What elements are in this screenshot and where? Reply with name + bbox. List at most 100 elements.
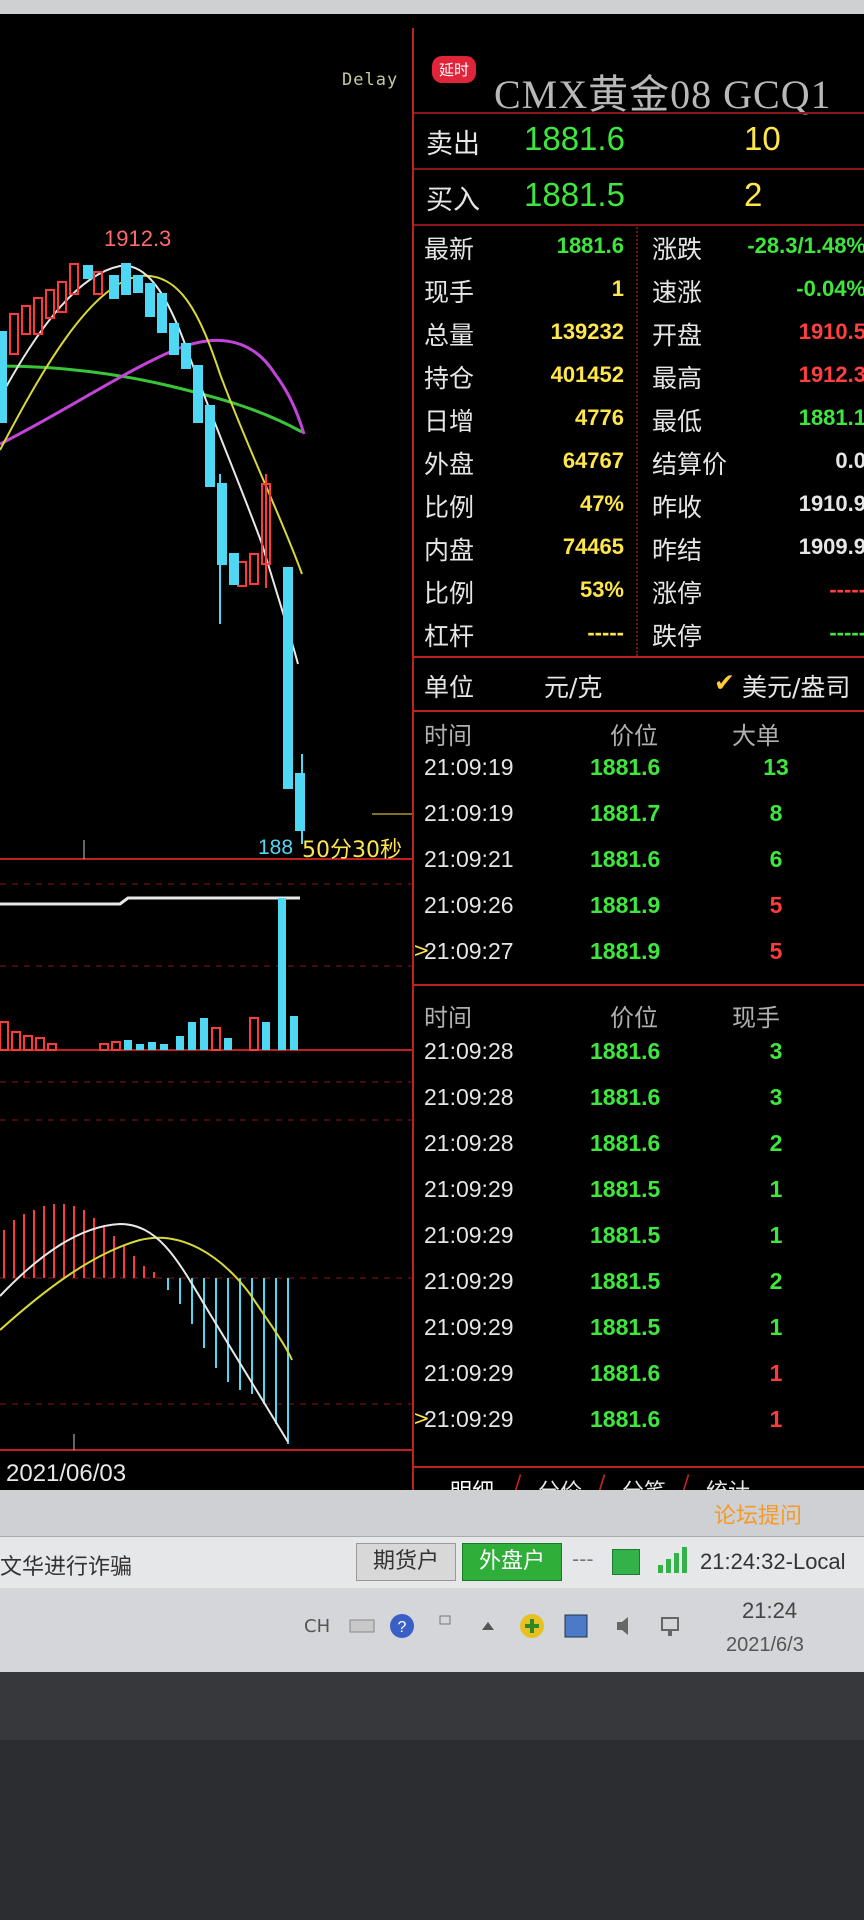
volume-icon[interactable] (612, 1612, 640, 1640)
quote-label: 最低 (652, 407, 703, 436)
table-row[interactable]: 21:09:28 1881.6 2 (414, 1124, 864, 1170)
network-small-icon[interactable] (432, 1612, 460, 1640)
cell-time: 21:09:26 (424, 892, 514, 918)
quote-value: 401452 (550, 362, 624, 387)
quote-label: 开盘 (652, 321, 703, 350)
ma-line-green (0, 364, 303, 434)
quote-row: 现手 1 (424, 273, 624, 316)
quote-value: 1 (611, 276, 624, 301)
quote-value: 1910.5 (798, 319, 864, 344)
unit-cny-option[interactable]: 元/克 (544, 668, 602, 704)
table-row[interactable]: 21:09:29 1881.5 2 (414, 1262, 864, 1308)
cell-volume: 1 (769, 1314, 783, 1340)
language-indicator[interactable]: CH (304, 1616, 330, 1637)
cell-price: 1881.6 (590, 846, 661, 872)
chart-area[interactable]: Delay 1912.3 188 50分30秒 2021/06/03 (0, 14, 412, 1490)
table-row[interactable]: 21:09:21 1881.6 6 (414, 840, 864, 886)
table-divider (414, 984, 864, 986)
table-row[interactable]: 21:09:29 1881.5 1 (414, 1216, 864, 1262)
cell-volume: 13 (763, 754, 789, 780)
unit-usd-option[interactable]: 美元/盎司 (742, 668, 850, 704)
cell-price: 1881.5 (590, 1222, 661, 1248)
tab-stats[interactable]: 统计 (706, 1474, 750, 1490)
col-price: 价位 (610, 1004, 658, 1032)
notice-ticker[interactable]: 文华进行诈骗 (0, 1549, 132, 1581)
cell-volume: 1 (769, 1406, 783, 1432)
quote-row: 日增 4776 (424, 402, 624, 445)
quote-value: ----- (829, 577, 864, 602)
tab-details[interactable]: 明细 (450, 1474, 494, 1490)
ma-line-purple (0, 338, 306, 446)
foreign-account-button[interactable]: 外盘户 (462, 1543, 562, 1581)
table-row[interactable]: 21:09:28 1881.6 3 (414, 1032, 864, 1078)
table-row[interactable]: 21:09:29 1881.6 1 (414, 1354, 864, 1400)
candlestick-chart (0, 263, 412, 1451)
quote-label: 现手 (424, 278, 475, 307)
col-time: 时间 (424, 1004, 472, 1032)
tab-trades[interactable]: 分笔 (622, 1474, 666, 1490)
network-icon[interactable] (658, 1612, 686, 1640)
table-row[interactable]: 21:09:29 1881.5 1 (414, 1308, 864, 1354)
quote-label: 比例 (424, 493, 475, 522)
cell-price: 1881.6 (590, 1130, 661, 1156)
quote-label: 内盘 (424, 536, 475, 565)
taskbar-date[interactable]: 2021/6/3 (726, 1634, 804, 1657)
quote-value: 1910.9 (798, 491, 864, 516)
quote-row: 比例 47% (424, 488, 624, 531)
cell-time: 21:09:28 (424, 1084, 514, 1110)
check-icon: ✔ (714, 668, 735, 697)
cell-price: 1881.9 (590, 892, 661, 918)
table-row[interactable]: 21:09:29 1881.5 1 (414, 1170, 864, 1216)
quote-label: 比例 (424, 579, 475, 608)
delay-indicator: Delay (342, 70, 399, 90)
cell-time: 21:09:29 (424, 1406, 514, 1432)
cell-time: 21:09:28 (424, 1038, 514, 1064)
quote-label: 最新 (424, 235, 475, 264)
chevron-up-icon[interactable] (474, 1612, 502, 1640)
cell-price: 1881.6 (590, 1038, 661, 1064)
taskbar-time[interactable]: 21:24 (742, 1598, 797, 1624)
quote-value: 139232 (550, 319, 624, 344)
quote-value: 1881.1 (798, 405, 864, 430)
col-volume: 现手 (732, 1004, 780, 1032)
table-row[interactable]: 21:09:28 1881.6 3 (414, 1078, 864, 1124)
macd-bars-cyan (167, 1278, 289, 1444)
quote-panel: 延时 CMX黄金08 GCQ1 卖出 1881.6 10 买入 1881.5 2… (412, 28, 864, 1490)
quote-value: 1881.6 (556, 233, 624, 258)
quote-row: 比例 53% (424, 574, 624, 617)
macd-bars-red (3, 1204, 155, 1278)
quote-label: 结算价 (652, 450, 728, 479)
ma-line-white (0, 264, 299, 665)
plus-icon[interactable] (518, 1612, 546, 1640)
forum-question-link[interactable]: 论坛提问 (714, 1498, 802, 1530)
help-icon[interactable]: ? (388, 1612, 416, 1640)
table-row[interactable]: >21:09:29 1881.6 1 (413, 1400, 864, 1446)
quote-row: 最低 1881.1 (652, 402, 864, 445)
quote-row: 持仓 401452 (424, 359, 624, 402)
keyboard-icon[interactable] (348, 1612, 376, 1640)
quote-value: 53% (579, 577, 624, 602)
app-tray-icon[interactable] (562, 1612, 590, 1640)
quote-row: 跌停 ----- (652, 617, 864, 660)
monitor-stand-area (0, 1740, 864, 1920)
tab-price-dist[interactable]: 分价 (538, 1474, 582, 1490)
quote-label: 涨跌 (652, 235, 703, 264)
futures-account-button[interactable]: 期货户 (356, 1543, 456, 1581)
table-row[interactable]: 21:09:19 1881.6 13 (414, 748, 864, 794)
big-order-table: 时间 价位 大单 21:09:19 1881.6 13 21:09:19 1881.7 8… (413, 710, 864, 982)
quote-label: 最高 (652, 364, 703, 393)
peak-price-label: 1912.3 (104, 226, 172, 251)
status-bar: 文华进行诈骗 期货户 外盘户 --- 21:24:32-Local (0, 1536, 864, 1589)
table-row[interactable]: 21:09:19 1881.7 8 (414, 794, 864, 840)
unit-label: 单位 (424, 673, 475, 702)
table-row[interactable]: 21:09:26 1881.9 5 (414, 886, 864, 932)
delay-badge: 延时 (432, 56, 477, 83)
quote-value: 64767 (562, 448, 624, 473)
grid-icon (612, 1549, 640, 1575)
table-row[interactable]: >21:09:27 1881.9 5 (413, 932, 864, 978)
cell-volume: 3 (769, 1084, 783, 1110)
quote-label: 昨收 (652, 493, 703, 522)
cell-volume: 8 (769, 800, 783, 826)
bar-countdown: 50分30秒 (302, 838, 402, 863)
cell-time: 21:09:29 (424, 1360, 514, 1386)
